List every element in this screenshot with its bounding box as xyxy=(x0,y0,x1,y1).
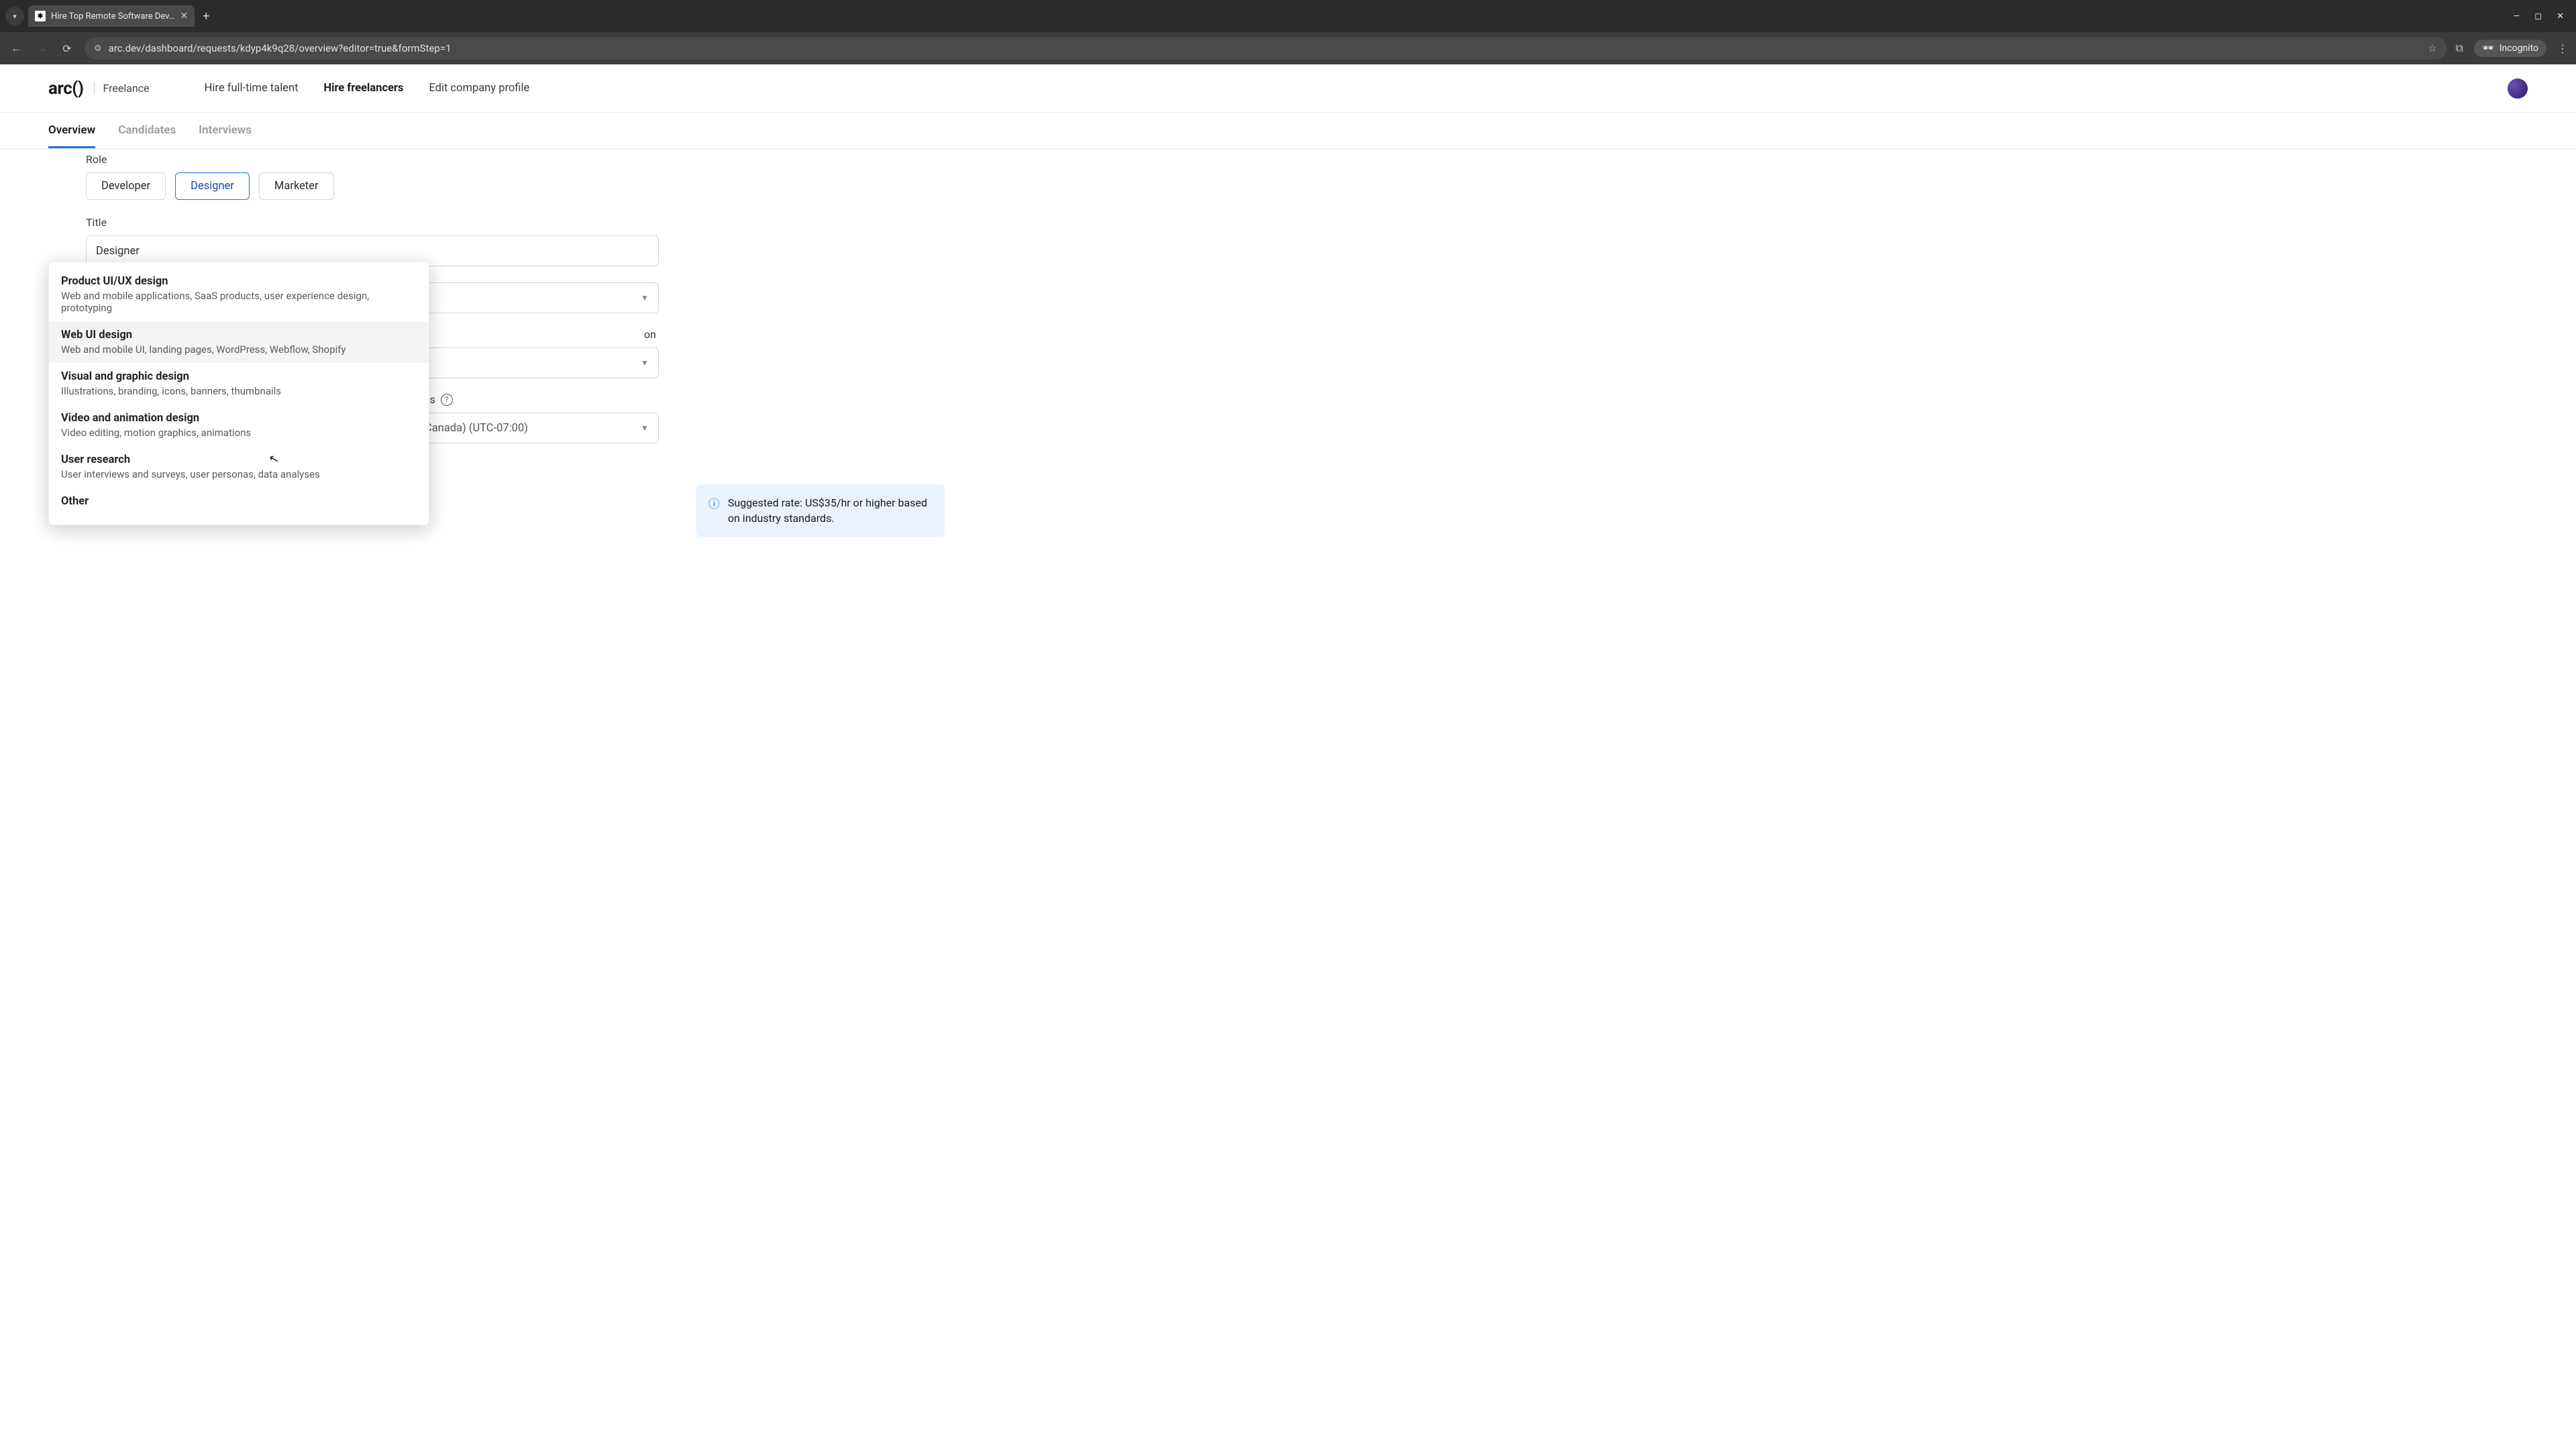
role-designer[interactable]: Designer xyxy=(175,172,250,200)
dropdown-item-video-animation[interactable]: Video and animation design Video editing… xyxy=(49,405,429,446)
browser-tab-strip: ▾ ✱ Hire Top Remote Software Dev… ✕ + — … xyxy=(0,0,2576,32)
close-tab-icon[interactable]: ✕ xyxy=(180,11,189,21)
tab-search-button[interactable]: ▾ xyxy=(5,7,24,25)
maximize-icon[interactable]: ◻ xyxy=(2534,11,2542,21)
tip-text: Suggested rate: US$35/hr or higher based… xyxy=(728,495,932,526)
reload-button[interactable]: ⟳ xyxy=(59,42,75,55)
title-dropdown: Product UI/UX design Web and mobile appl… xyxy=(48,262,429,525)
tab-candidates[interactable]: Candidates xyxy=(118,113,176,148)
extensions-icon[interactable]: ⧉ xyxy=(2456,42,2463,55)
chevron-down-icon: ▼ xyxy=(641,358,649,368)
dropdown-item-web-ui[interactable]: Web UI design Web and mobile UI, landing… xyxy=(49,321,429,363)
site-header: arc() Freelance Hire full-time talent Hi… xyxy=(0,64,2576,113)
close-window-icon[interactable]: ✕ xyxy=(2557,11,2564,21)
role-label: Role xyxy=(86,153,659,166)
kebab-menu-icon[interactable]: ⋮ xyxy=(2557,42,2568,55)
site-favicon: ✱ xyxy=(35,11,46,21)
info-icon: ⓘ xyxy=(708,496,720,526)
back-button[interactable]: ← xyxy=(8,42,24,55)
bookmark-star-icon[interactable]: ☆ xyxy=(2428,42,2436,54)
nav-hire-fulltime[interactable]: Hire full-time talent xyxy=(205,82,299,95)
rate-tip: ⓘ Suggested rate: US$35/hr or higher bas… xyxy=(696,484,945,537)
role-developer[interactable]: Developer xyxy=(86,172,166,200)
help-icon[interactable]: ? xyxy=(441,394,453,406)
role-marketer[interactable]: Marketer xyxy=(259,172,334,200)
tab-overview[interactable]: Overview xyxy=(48,113,95,148)
dropdown-item-product-uiux[interactable]: Product UI/UX design Web and mobile appl… xyxy=(49,268,429,321)
field-label-fragment: on xyxy=(644,328,656,341)
incognito-icon: 🕶 xyxy=(2482,43,2494,54)
side-column: ⓘ Suggested rate: US$35/hr or higher bas… xyxy=(696,149,945,537)
nav-edit-company[interactable]: Edit company profile xyxy=(429,82,530,95)
chevron-down-icon: ▾ xyxy=(13,12,17,21)
avatar[interactable] xyxy=(2508,78,2528,99)
address-bar[interactable]: ⚙ arc.dev/dashboard/requests/kdyp4k9q28/… xyxy=(85,37,2447,60)
title-label: Title xyxy=(86,216,659,229)
incognito-label: Incognito xyxy=(2500,43,2538,54)
role-options: Developer Designer Marketer xyxy=(86,172,659,200)
tab-interviews[interactable]: Interviews xyxy=(199,113,252,148)
browser-toolbar: ← → ⟳ ⚙ arc.dev/dashboard/requests/kdyp4… xyxy=(0,32,2576,64)
forward-button: → xyxy=(34,42,50,55)
minimize-icon[interactable]: — xyxy=(2513,11,2520,21)
sub-tabs: Overview Candidates Interviews xyxy=(0,113,2576,149)
browser-tab[interactable]: ✱ Hire Top Remote Software Dev… ✕ xyxy=(28,5,195,27)
timezone-value: Canada) (UTC-07:00) xyxy=(425,422,528,435)
chevron-down-icon: ▼ xyxy=(641,293,649,303)
form-column: Role Developer Designer Marketer Title ▼… xyxy=(48,149,659,537)
tab-title: Hire Top Remote Software Dev… xyxy=(51,11,175,21)
sub-brand: Freelance xyxy=(94,82,149,95)
nav-hire-freelancers[interactable]: Hire freelancers xyxy=(324,82,404,95)
site-info-icon[interactable]: ⚙ xyxy=(94,44,102,54)
incognito-chip[interactable]: 🕶 Incognito xyxy=(2474,40,2546,57)
chevron-down-icon: ▼ xyxy=(641,423,649,433)
url-text: arc.dev/dashboard/requests/kdyp4k9q28/ov… xyxy=(109,42,2421,54)
top-nav: Hire full-time talent Hire freelancers E… xyxy=(205,82,530,95)
logo[interactable]: arc() xyxy=(48,78,83,99)
dropdown-item-visual-graphic[interactable]: Visual and graphic design Illustrations,… xyxy=(49,363,429,405)
dropdown-item-other[interactable]: Other xyxy=(49,488,429,515)
new-tab-button[interactable]: + xyxy=(195,7,217,26)
dropdown-item-user-research[interactable]: User research User interviews and survey… xyxy=(49,446,429,488)
